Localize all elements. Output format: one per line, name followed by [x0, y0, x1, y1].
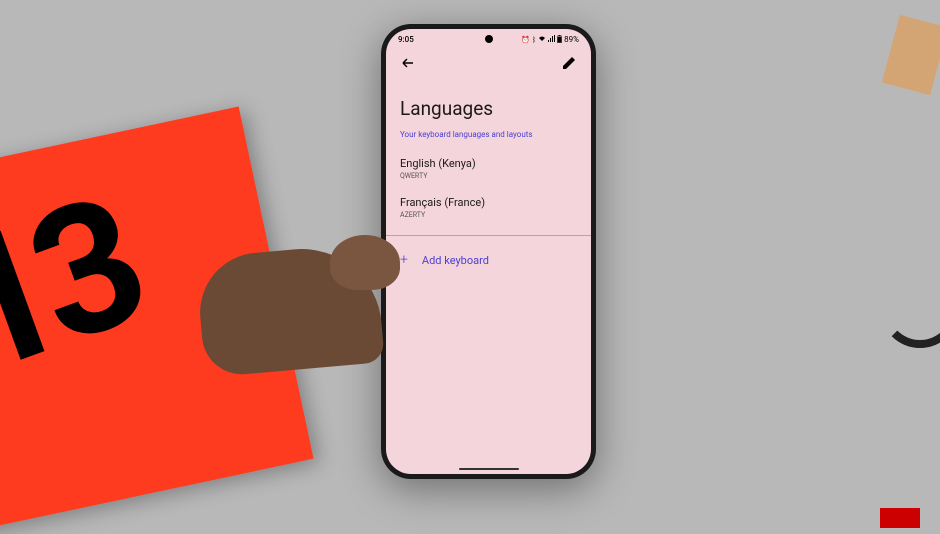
phone-device: 9:05 ⏰ ᛒ 89% [381, 24, 596, 479]
wifi-icon [538, 35, 546, 44]
page-subtitle: Your keyboard languages and layouts [386, 128, 591, 149]
language-layout: AZERTY [400, 211, 577, 219]
plus-icon: + [400, 252, 408, 268]
camera-hole [485, 35, 493, 43]
status-icons: ⏰ ᛒ 89% [521, 35, 579, 45]
language-layout: QWERTY [400, 172, 577, 180]
bluetooth-icon: ᛒ [532, 36, 536, 44]
box-number: 13 [0, 158, 159, 417]
signal-icon [548, 35, 555, 44]
battery-icon [557, 35, 562, 45]
language-item-french[interactable]: Français (France) AZERTY [386, 188, 591, 227]
alarm-icon: ⏰ [521, 36, 530, 44]
status-time: 9:05 [398, 35, 414, 44]
background-object [882, 15, 940, 96]
edit-button[interactable] [561, 55, 577, 71]
add-keyboard-label: Add keyboard [422, 254, 489, 267]
divider [386, 235, 591, 236]
language-name: Français (France) [400, 196, 577, 209]
phone-screen: 9:05 ⏰ ᛒ 89% [386, 29, 591, 474]
language-item-english[interactable]: English (Kenya) QWERTY [386, 149, 591, 188]
top-bar [386, 47, 591, 79]
language-name: English (Kenya) [400, 157, 577, 170]
nav-bar-indicator[interactable] [459, 468, 519, 470]
cable [880, 268, 940, 348]
battery-percent: 89% [564, 35, 579, 44]
back-button[interactable] [400, 55, 416, 71]
page-title: Languages [386, 79, 591, 128]
finger-tip [330, 235, 400, 290]
add-keyboard-button[interactable]: + Add keyboard [386, 244, 591, 276]
red-tag [880, 508, 920, 528]
